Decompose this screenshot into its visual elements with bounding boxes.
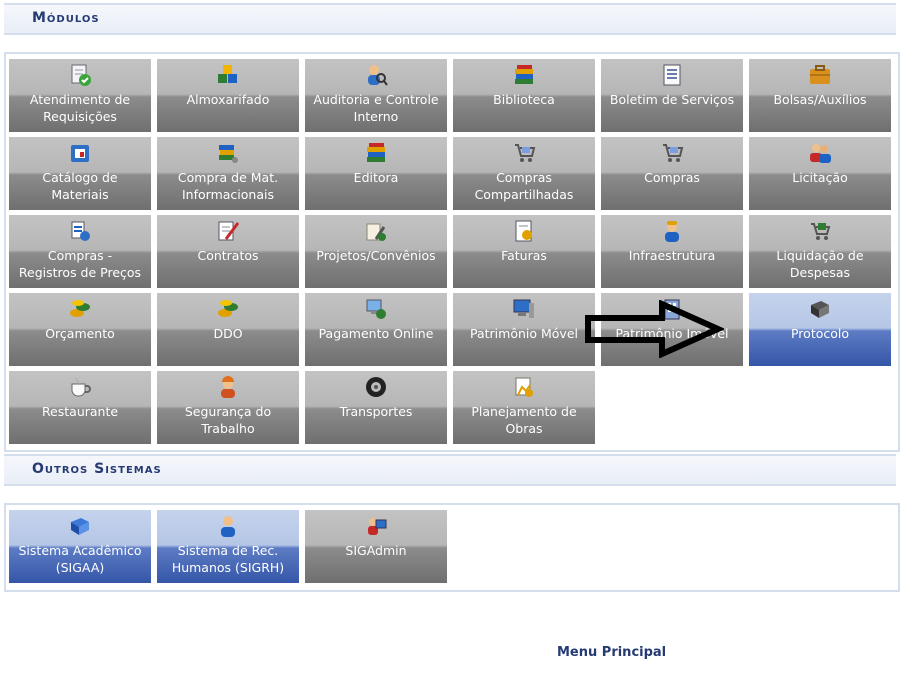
modulos-tile-label: Auditoria e Controle Interno bbox=[313, 92, 439, 124]
outros-tile-0[interactable]: Sistema Acadêmico (SIGAA) bbox=[9, 510, 151, 583]
modulos-tile-1[interactable]: Almoxarifado bbox=[157, 59, 299, 132]
briefcase-icon bbox=[808, 63, 832, 87]
modulos-tile-label: Projetos/Convênios bbox=[316, 248, 436, 263]
outros-tile-label: Sistema de Rec. Humanos (SIGRH) bbox=[171, 543, 285, 575]
modulos-tile-27[interactable]: Planejamento de Obras bbox=[453, 371, 595, 444]
modulos-tile-12[interactable]: Compras - Registros de Preços bbox=[9, 215, 151, 288]
modulos-tile-3[interactable]: Biblioteca bbox=[453, 59, 595, 132]
online-payment-icon bbox=[364, 297, 388, 321]
modulos-tile-label: Bolsas/Auxílios bbox=[773, 92, 867, 107]
cart-icon bbox=[660, 141, 684, 165]
cubes-icon bbox=[216, 63, 240, 87]
cart-icon bbox=[512, 141, 536, 165]
modulos-tile-label: Pagamento Online bbox=[318, 326, 434, 341]
outros-tile-2[interactable]: SIGAdmin bbox=[305, 510, 447, 583]
modulos-tile-label: Catálogo de Materiais bbox=[42, 170, 118, 202]
modulos-tile-0[interactable]: Atendimento de Requisições bbox=[9, 59, 151, 132]
modulos-tile-label: Licitação bbox=[792, 170, 848, 185]
modulos-tile-label: Editora bbox=[353, 170, 399, 185]
modulos-tile-label: Contratos bbox=[197, 248, 259, 263]
coffee-cup-icon bbox=[68, 375, 92, 399]
modulos-tile-label: Boletim de Serviços bbox=[609, 92, 735, 107]
outros-sistemas-title: Outros Sistemas bbox=[32, 461, 162, 477]
computer-icon bbox=[512, 297, 536, 321]
modulos-tile-23[interactable]: Protocolo bbox=[749, 293, 891, 366]
blue-book-icon bbox=[68, 514, 92, 538]
modulos-tile-9[interactable]: Compras Compartilhadas bbox=[453, 137, 595, 210]
modulos-tile-18[interactable]: Orçamento bbox=[9, 293, 151, 366]
invoice-icon bbox=[512, 219, 536, 243]
modulos-tile-label: Restaurante bbox=[41, 404, 119, 419]
modulos-tile-label: Compra de Mat. Informacionais bbox=[177, 170, 279, 202]
modulos-tile-label: Infraestrutura bbox=[628, 248, 716, 263]
modulos-tile-label: Compras bbox=[644, 170, 700, 185]
modulos-tile-label: Orçamento bbox=[45, 326, 115, 341]
books-icon bbox=[512, 63, 536, 87]
modulos-tile-label: Faturas bbox=[501, 248, 547, 263]
book-protocol-icon bbox=[808, 297, 832, 321]
modulos-tile-26[interactable]: Transportes bbox=[305, 371, 447, 444]
menu-principal-link[interactable]: Menu Principal bbox=[557, 645, 666, 660]
modulos-header: Módulos bbox=[4, 3, 896, 35]
coins-icon bbox=[68, 297, 92, 321]
modulos-tile-6[interactable]: Catálogo de Materiais bbox=[9, 137, 151, 210]
books-icon bbox=[364, 141, 388, 165]
safety-worker-icon bbox=[216, 375, 240, 399]
arrow-annotation-icon bbox=[585, 300, 724, 358]
modulos-tile-8[interactable]: Editora bbox=[305, 137, 447, 210]
tire-icon bbox=[364, 375, 388, 399]
modulos-tile-label: Transportes bbox=[339, 404, 413, 419]
outros-tile-1[interactable]: Sistema de Rec. Humanos (SIGRH) bbox=[157, 510, 299, 583]
modulos-tile-19[interactable]: DDO bbox=[157, 293, 299, 366]
modulos-tile-label: Protocolo bbox=[790, 326, 850, 341]
modulos-tile-5[interactable]: Bolsas/Auxílios bbox=[749, 59, 891, 132]
modulos-title: Módulos bbox=[32, 10, 100, 26]
modulos-tile-4[interactable]: Boletim de Serviços bbox=[601, 59, 743, 132]
modulos-tile-label: DDO bbox=[213, 326, 243, 341]
modulos-tile-label: Almoxarifado bbox=[186, 92, 270, 107]
books-cart-icon bbox=[216, 141, 240, 165]
modulos-tile-label: Patrimônio Móvel bbox=[470, 326, 578, 341]
modulos-tile-2[interactable]: Auditoria e Controle Interno bbox=[305, 59, 447, 132]
coins-icon bbox=[216, 297, 240, 321]
document-check-icon bbox=[68, 63, 92, 87]
modulos-tile-14[interactable]: Projetos/Convênios bbox=[305, 215, 447, 288]
modulos-tile-16[interactable]: Infraestrutura bbox=[601, 215, 743, 288]
catalog-icon bbox=[68, 141, 92, 165]
modulos-tile-25[interactable]: Segurança do Trabalho bbox=[157, 371, 299, 444]
contract-pen-icon bbox=[216, 219, 240, 243]
project-icon bbox=[364, 219, 388, 243]
worker-icon bbox=[660, 219, 684, 243]
modulos-tile-17[interactable]: Liquidação de Despesas bbox=[749, 215, 891, 288]
document-list-icon bbox=[660, 63, 684, 87]
outros-sistemas-header: Outros Sistemas bbox=[4, 454, 896, 486]
modulos-tile-label: Compras - Registros de Preços bbox=[18, 248, 142, 280]
price-register-icon bbox=[68, 219, 92, 243]
users-icon bbox=[808, 141, 832, 165]
modulos-tile-11[interactable]: Licitação bbox=[749, 137, 891, 210]
modulos-tile-label: Liquidação de Despesas bbox=[776, 248, 864, 280]
construction-plan-icon bbox=[512, 375, 536, 399]
modulos-tile-24[interactable]: Restaurante bbox=[9, 371, 151, 444]
modulos-tile-7[interactable]: Compra de Mat. Informacionais bbox=[157, 137, 299, 210]
admin-computer-icon bbox=[364, 514, 388, 538]
outros-tile-label: SIGAdmin bbox=[345, 543, 407, 558]
modulos-tile-label: Segurança do Trabalho bbox=[184, 404, 272, 436]
outros-sistemas-panel: Sistema Acadêmico (SIGAA) Sistema de Rec.… bbox=[4, 503, 900, 592]
modulos-tile-15[interactable]: Faturas bbox=[453, 215, 595, 288]
person-icon bbox=[216, 514, 240, 538]
modulos-panel: Atendimento de Requisições Almoxarifado Au… bbox=[4, 52, 900, 452]
modulos-tile-label: Atendimento de Requisições bbox=[29, 92, 131, 124]
modulos-tile-13[interactable]: Contratos bbox=[157, 215, 299, 288]
modulos-tile-label: Biblioteca bbox=[493, 92, 555, 107]
modulos-tile-20[interactable]: Pagamento Online bbox=[305, 293, 447, 366]
modulos-tile-10[interactable]: Compras bbox=[601, 137, 743, 210]
user-search-icon bbox=[364, 63, 388, 87]
modulos-tile-label: Planejamento de Obras bbox=[471, 404, 577, 436]
modulos-tile-label: Compras Compartilhadas bbox=[474, 170, 574, 202]
modulos-tile-21[interactable]: Patrimônio Móvel bbox=[453, 293, 595, 366]
cart-money-icon bbox=[808, 219, 832, 243]
outros-tile-label: Sistema Acadêmico (SIGAA) bbox=[18, 543, 142, 575]
